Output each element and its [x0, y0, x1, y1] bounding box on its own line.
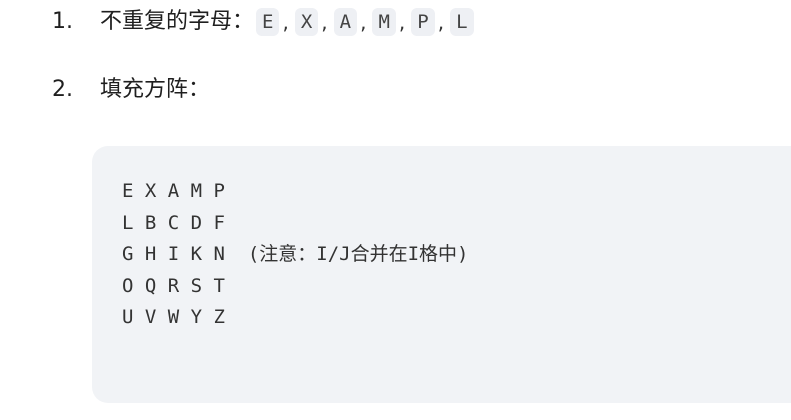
list-number: 1. — [52, 9, 73, 34]
letter-chip: P — [411, 8, 435, 36]
letter-chip: L — [450, 8, 474, 36]
letter-chip: A — [333, 8, 358, 36]
matrix-code: E X A M P L B C D F G H I K N (注意：I/J合并在I格… — [122, 176, 468, 334]
list-label: 填充方阵： — [100, 77, 211, 102]
matrix-row: O Q R S T — [122, 274, 225, 297]
letter-chip: E — [256, 8, 280, 36]
matrix-row: U V W Y Z — [122, 306, 225, 328]
comma-separator: , — [437, 10, 445, 34]
comma-separator: , — [360, 10, 367, 34]
list-label: 不重复的字母： — [100, 9, 255, 34]
matrix-row: G H I K N (注意：I/J合并在I格中) — [122, 243, 469, 265]
list-item-fill-matrix: 2. 填充方阵： — [52, 75, 212, 105]
list-number: 2. — [52, 77, 73, 102]
letter-chip: M — [372, 8, 396, 36]
matrix-row: E X A M P — [122, 180, 225, 202]
comma-separator: , — [321, 10, 328, 34]
matrix-row: L B C D F — [122, 211, 225, 234]
list-item-unique-letters: 1. 不重复的字母： E , X , A , M , P , L — [52, 7, 474, 37]
comma-separator: , — [282, 10, 289, 34]
comma-separator: , — [398, 10, 406, 34]
letter-chip: X — [294, 8, 319, 36]
